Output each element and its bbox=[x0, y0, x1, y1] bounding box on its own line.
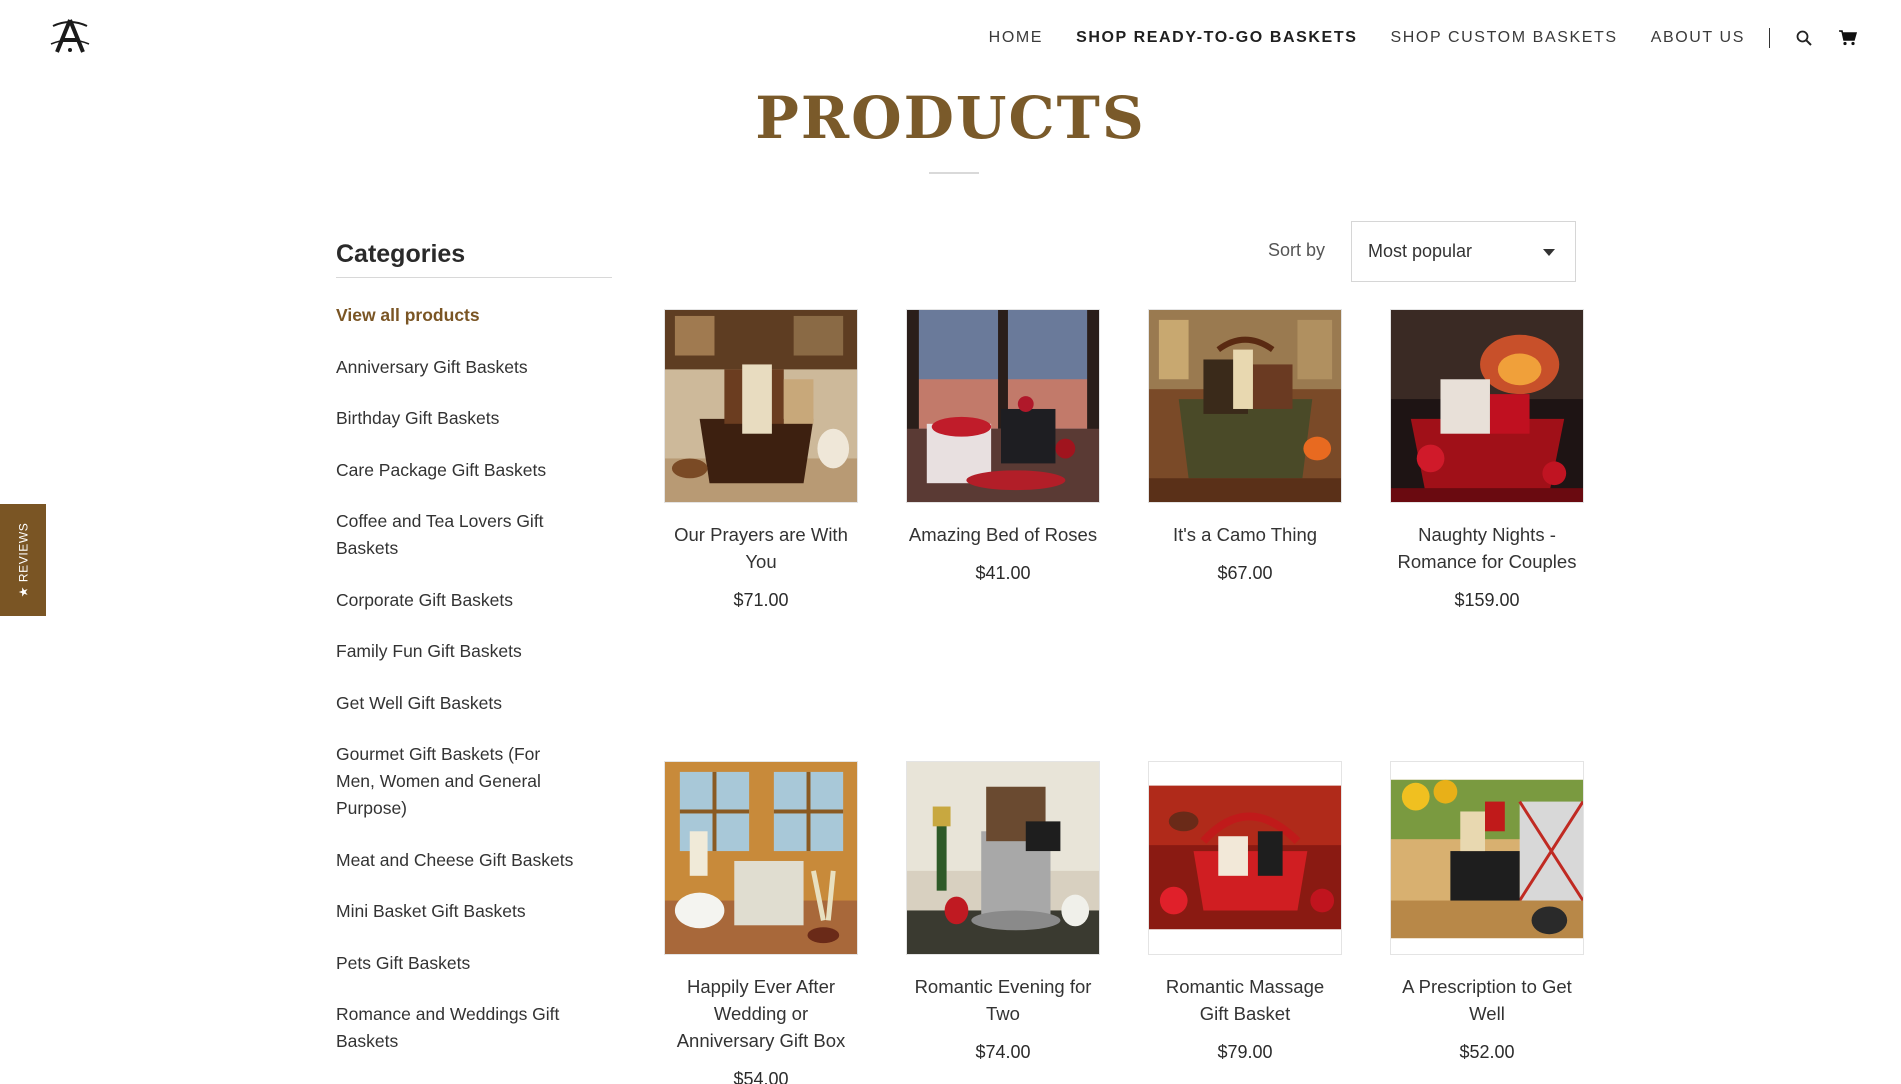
category-list: View all products Anniversary Gift Baske… bbox=[336, 302, 612, 1055]
product-card[interactable]: Our Prayers are With You $71.00 bbox=[664, 309, 858, 611]
brand-logo[interactable] bbox=[46, 14, 94, 58]
category-item[interactable]: Care Package Gift Baskets bbox=[336, 457, 581, 484]
sort-label: Sort by bbox=[1268, 240, 1326, 260]
product-price: $41.00 bbox=[975, 563, 1031, 583]
product-name[interactable]: Our Prayers are With You bbox=[664, 521, 858, 575]
search-icon[interactable] bbox=[1794, 28, 1814, 48]
category-item[interactable]: Meat and Cheese Gift Baskets bbox=[336, 847, 581, 874]
reviews-tab[interactable]: ★ REVIEWS bbox=[0, 504, 46, 616]
product-image[interactable] bbox=[1390, 761, 1584, 955]
category-item[interactable]: Coffee and Tea Lovers Gift Baskets bbox=[336, 508, 581, 562]
product-image[interactable] bbox=[664, 761, 858, 955]
nav-shop-ready-to-go[interactable]: SHOP READY-TO-GO BASKETS bbox=[1076, 29, 1357, 47]
category-item[interactable]: Birthday Gift Baskets bbox=[336, 405, 581, 432]
sort-selected-value: Most popular bbox=[1368, 241, 1473, 261]
sidebar-title: Categories bbox=[336, 240, 612, 278]
sort-dropdown[interactable]: Most popular bbox=[1351, 221, 1576, 282]
cart-icon[interactable] bbox=[1838, 28, 1858, 48]
nav-shop-custom[interactable]: SHOP CUSTOM BASKETS bbox=[1390, 29, 1617, 47]
product-name[interactable]: Romantic Massage Gift Basket bbox=[1148, 973, 1342, 1027]
product-card[interactable]: Romantic Evening for Two $74.00 bbox=[906, 761, 1100, 1063]
product-name[interactable]: A Prescription to Get Well bbox=[1390, 973, 1584, 1027]
product-price: $67.00 bbox=[1217, 563, 1273, 583]
main-nav: HOME SHOP READY-TO-GO BASKETS SHOP CUSTO… bbox=[956, 24, 1858, 52]
product-price: $71.00 bbox=[733, 590, 789, 610]
product-name[interactable]: Romantic Evening for Two bbox=[906, 973, 1100, 1027]
product-name[interactable]: Amazing Bed of Roses bbox=[906, 521, 1100, 548]
product-image[interactable] bbox=[1148, 309, 1342, 503]
product-card[interactable]: Amazing Bed of Roses $41.00 bbox=[906, 309, 1100, 584]
product-name[interactable]: Naughty Nights - Romance for Couples bbox=[1390, 521, 1584, 575]
product-card[interactable]: It's a Camo Thing $67.00 bbox=[1148, 309, 1342, 584]
product-price: $74.00 bbox=[975, 1042, 1031, 1062]
product-card[interactable]: Happily Ever After Wedding or Anniversar… bbox=[664, 761, 858, 1084]
product-name[interactable]: Happily Ever After Wedding or Anniversar… bbox=[664, 973, 858, 1054]
product-image[interactable] bbox=[1390, 309, 1584, 503]
category-view-all[interactable]: View all products bbox=[336, 302, 581, 329]
product-image[interactable] bbox=[664, 309, 858, 503]
category-item[interactable]: Anniversary Gift Baskets bbox=[336, 354, 581, 381]
product-name[interactable]: It's a Camo Thing bbox=[1148, 521, 1342, 548]
nav-divider bbox=[1769, 28, 1770, 48]
category-item[interactable]: Pets Gift Baskets bbox=[336, 950, 581, 977]
product-image[interactable] bbox=[906, 761, 1100, 955]
category-sidebar: Categories View all products Anniversary… bbox=[336, 240, 612, 1080]
category-item[interactable]: Mini Basket Gift Baskets bbox=[336, 898, 581, 925]
category-item[interactable]: Romance and Weddings Gift Baskets bbox=[336, 1001, 581, 1055]
nav-about-us[interactable]: ABOUT US bbox=[1651, 29, 1745, 47]
caret-down-icon bbox=[1543, 249, 1555, 256]
product-image[interactable] bbox=[906, 309, 1100, 503]
category-item[interactable]: Gourmet Gift Baskets (For Men, Women and… bbox=[336, 741, 581, 822]
nav-home[interactable]: HOME bbox=[989, 29, 1043, 47]
product-card[interactable]: A Prescription to Get Well $52.00 bbox=[1390, 761, 1584, 1063]
site-header: HOME SHOP READY-TO-GO BASKETS SHOP CUSTO… bbox=[0, 0, 1901, 74]
category-item[interactable]: Corporate Gift Baskets bbox=[336, 587, 581, 614]
category-item[interactable]: Family Fun Gift Baskets bbox=[336, 638, 581, 665]
product-price: $79.00 bbox=[1217, 1042, 1273, 1062]
page-title: PRODUCTS bbox=[755, 84, 1146, 152]
category-item[interactable]: Get Well Gift Baskets bbox=[336, 690, 581, 717]
product-price: $52.00 bbox=[1459, 1042, 1515, 1062]
product-image[interactable] bbox=[1148, 761, 1342, 955]
title-divider bbox=[929, 172, 979, 174]
product-price: $159.00 bbox=[1454, 590, 1520, 610]
product-card[interactable]: Naughty Nights - Romance for Couples $15… bbox=[1390, 309, 1584, 611]
product-price: $54.00 bbox=[733, 1069, 789, 1084]
product-card[interactable]: Romantic Massage Gift Basket $79.00 bbox=[1148, 761, 1342, 1063]
reviews-tab-label: ★ REVIEWS bbox=[16, 522, 30, 598]
